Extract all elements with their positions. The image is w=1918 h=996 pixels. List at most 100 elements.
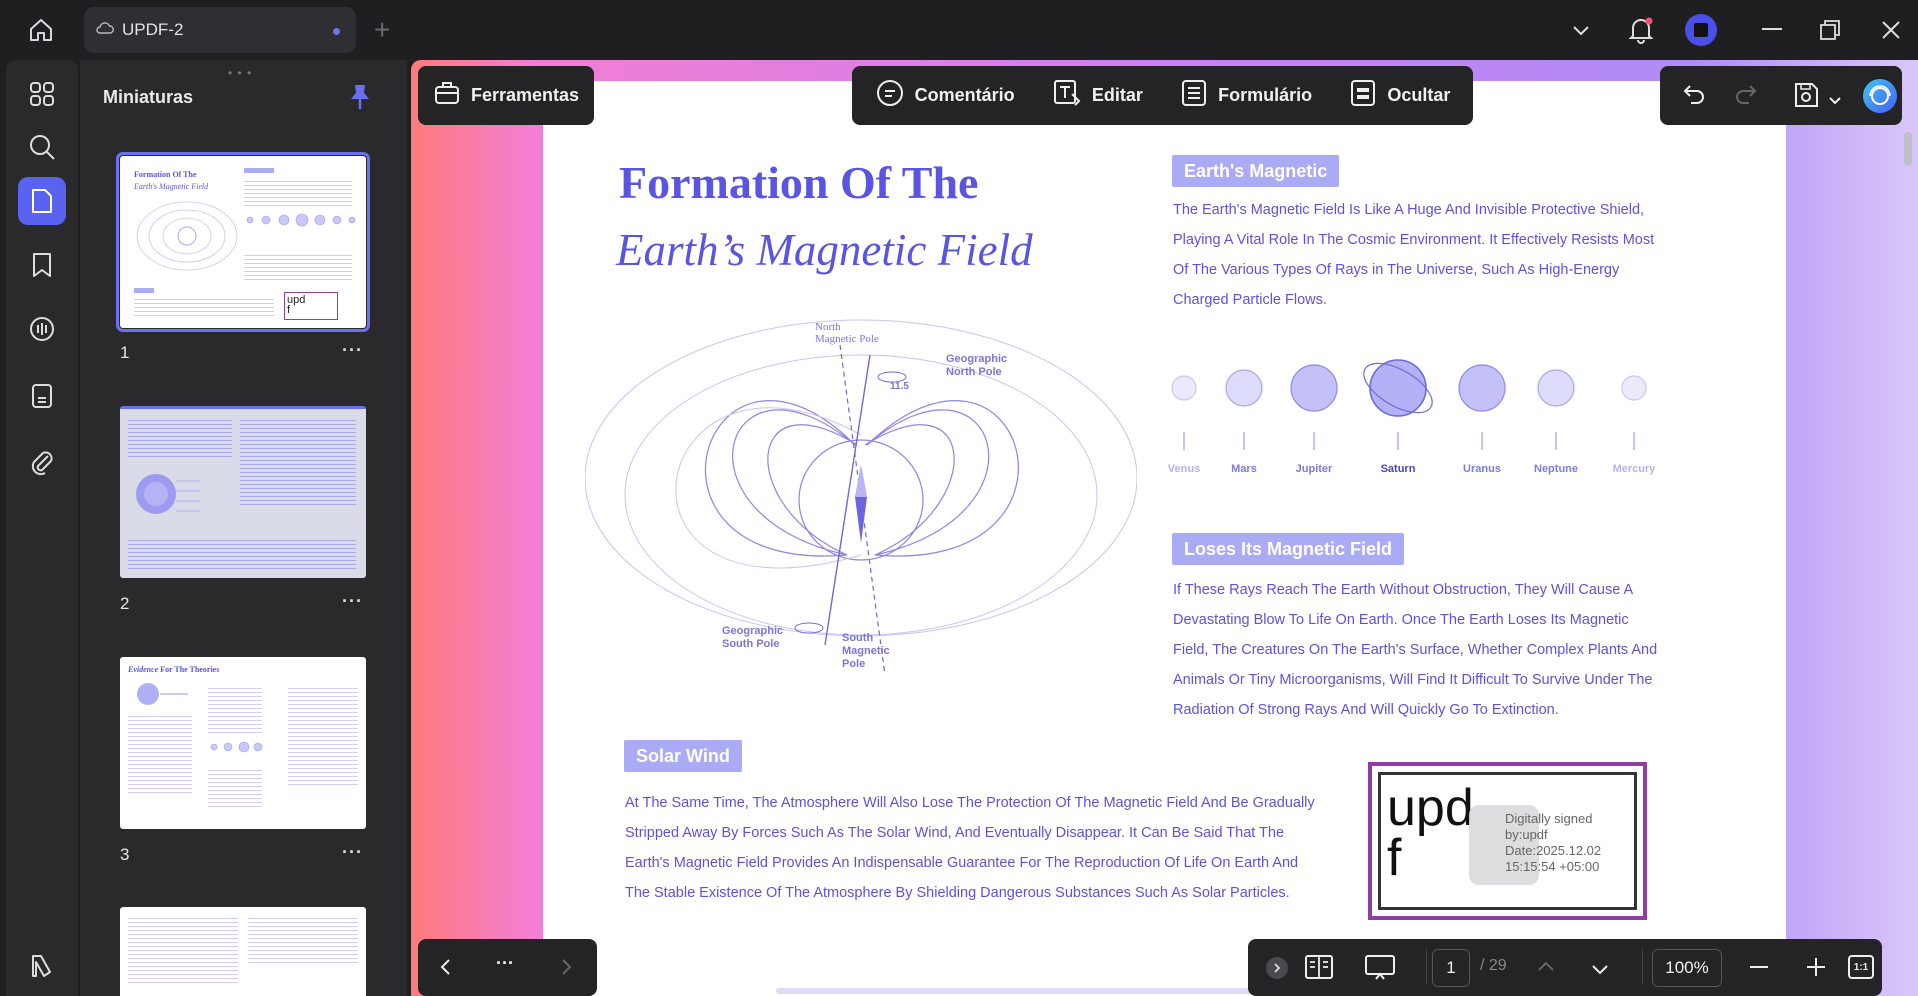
notification-bell-icon[interactable] xyxy=(1624,12,1658,48)
page-more-button-3[interactable]: ··· xyxy=(342,842,363,863)
thumb-text xyxy=(244,252,352,282)
planet-label-jupiter: Jupiter xyxy=(1295,463,1333,475)
previous-icon[interactable] xyxy=(438,957,452,982)
document-subtitle: Earth’s Magnetic Field xyxy=(616,225,1033,275)
signature-details: Digitally signed by:updf Date:2025.12.02… xyxy=(1505,811,1602,874)
divider xyxy=(1426,949,1427,985)
section-1-paragraph: The Earth's Magnetic Field Is Like A Hug… xyxy=(1173,202,1655,308)
attachment-icon[interactable] xyxy=(18,438,66,486)
page-more-button-2[interactable]: ··· xyxy=(342,591,363,612)
unsaved-dot xyxy=(333,28,340,35)
thumb-signature: upd f xyxy=(284,292,338,320)
save-icon[interactable] xyxy=(1792,80,1820,115)
page-thumbnail-4[interactable] xyxy=(120,907,366,996)
planet-label-saturn: Saturn xyxy=(1380,463,1416,475)
chevron-down-icon[interactable] xyxy=(1566,12,1596,48)
zoom-out-icon[interactable] xyxy=(1750,966,1768,968)
thumb-text xyxy=(128,417,232,457)
history-toolbar xyxy=(1660,66,1902,125)
edit-mode-button[interactable]: Editar xyxy=(1037,66,1158,125)
save-options-chevron-icon[interactable] xyxy=(1828,90,1842,111)
thumb-diagram xyxy=(136,201,238,271)
pin-icon[interactable] xyxy=(346,82,374,117)
page-more-button-1[interactable]: ··· xyxy=(342,340,363,361)
document-tab-title: UPDF-2 xyxy=(122,20,184,39)
title-bar: UPDF-2 + xyxy=(0,0,1918,60)
redact-mode-button[interactable]: Ocultar xyxy=(1334,66,1465,125)
vertical-scrollbar[interactable] xyxy=(1904,132,1912,166)
thumb-text xyxy=(244,178,352,208)
thumbnails-icon[interactable] xyxy=(18,177,66,225)
toolbox-icon xyxy=(433,80,461,111)
pages-icon[interactable] xyxy=(18,372,66,420)
page-layout-icon[interactable] xyxy=(1304,953,1334,986)
next-icon[interactable] xyxy=(560,957,574,982)
section-3-paragraph: At The Same Time, The Atmosphere Will Al… xyxy=(625,795,1315,901)
signature-frame: upd f Digitally signed by:updf Date:2025.… xyxy=(1378,772,1637,910)
restore-icon[interactable] xyxy=(1815,12,1845,48)
thumb-text xyxy=(128,713,192,793)
new-tab-button[interactable]: + xyxy=(374,14,390,46)
page-thumbnail-3[interactable]: Evidence For The Theories xyxy=(120,657,366,829)
presentation-icon[interactable] xyxy=(1364,953,1396,986)
undo-icon[interactable] xyxy=(1682,82,1706,111)
planet-label-mars: Mars xyxy=(1231,463,1257,475)
edit-text-icon xyxy=(1052,78,1082,113)
thumb-title: Formation Of The xyxy=(134,170,197,179)
thumb-planets xyxy=(246,213,356,227)
page-thumbnail-2[interactable] xyxy=(120,406,366,578)
layers-icon[interactable] xyxy=(18,942,66,990)
section-title-earths-magnetic: Earth's Magnetic xyxy=(1172,155,1340,187)
zoom-in-icon[interactable] xyxy=(1806,957,1826,982)
collapse-chevron-icon[interactable] xyxy=(1266,957,1288,979)
thumb-text xyxy=(288,685,358,785)
page-thumbnail-1[interactable]: Formation Of The Earth's Magnetic Field … xyxy=(116,152,370,332)
home-icon[interactable] xyxy=(24,13,58,47)
page-up-icon[interactable] xyxy=(1536,957,1556,978)
page-number-3: 3 xyxy=(120,845,130,864)
page-down-icon[interactable] xyxy=(1590,961,1610,982)
zoom-level-input[interactable]: 100% xyxy=(1652,949,1722,987)
view-toolbar: 1 / 29 100% 1:1 xyxy=(1248,939,1882,996)
close-icon[interactable] xyxy=(1876,12,1906,48)
form-label: Formulário xyxy=(1218,85,1313,105)
redo-icon[interactable] xyxy=(1734,82,1758,111)
document-tab[interactable]: UPDF-2 xyxy=(84,7,356,53)
comment-mode-button[interactable]: Comentário xyxy=(860,66,1030,125)
comment-icon xyxy=(875,78,905,113)
more-options-button[interactable]: ··· xyxy=(496,953,514,974)
thumb-diagram xyxy=(136,474,200,514)
comment-label: Comentário xyxy=(914,85,1015,105)
left-tool-rail xyxy=(6,60,78,996)
account-icon[interactable] xyxy=(1683,12,1719,48)
bookmark-icon[interactable] xyxy=(18,241,66,289)
section-title-solar-wind: Solar Wind xyxy=(624,740,742,772)
redact-label: Ocultar xyxy=(1387,85,1451,105)
tools-label: Ferramentas xyxy=(471,85,580,105)
page-number-2: 2 xyxy=(120,594,130,613)
planet-label-uranus: Uranus xyxy=(1463,463,1501,475)
apps-grid-icon[interactable] xyxy=(18,70,66,118)
signature-handwriting: upd f xyxy=(1387,779,1474,887)
geographic-south-pole-label: Geographic South Pole xyxy=(722,625,784,650)
section-title-loses-magnetic-field: Loses Its Magnetic Field xyxy=(1172,533,1405,565)
thumbnail-panel-title: Miniaturas xyxy=(103,87,194,107)
page-total: / 29 xyxy=(1480,957,1507,974)
document-title: Formation Of The xyxy=(619,157,979,208)
panel-resize-grip[interactable]: • • • xyxy=(228,66,252,80)
page-number-input[interactable]: 1 xyxy=(1432,949,1470,987)
search-icon[interactable] xyxy=(18,123,66,171)
tools-button[interactable]: Ferramentas xyxy=(418,66,594,125)
digital-signature-field[interactable]: upd f Digitally signed by:updf Date:2025.… xyxy=(1368,762,1647,920)
main-toolbar: Comentário Editar Formulário Ocultar xyxy=(852,66,1473,125)
page-number-1: 1 xyxy=(120,343,130,362)
thumb-planets xyxy=(210,741,263,753)
minimize-icon[interactable] xyxy=(1757,12,1787,48)
comment-icon[interactable] xyxy=(18,306,66,354)
thumb-text xyxy=(208,685,262,735)
actual-size-button[interactable]: 1:1 xyxy=(1848,955,1874,979)
thumb-text xyxy=(248,915,358,965)
ai-assistant-icon[interactable] xyxy=(1862,78,1898,119)
planets-illustration xyxy=(1171,359,1647,450)
form-mode-button[interactable]: Formulário xyxy=(1165,66,1327,125)
